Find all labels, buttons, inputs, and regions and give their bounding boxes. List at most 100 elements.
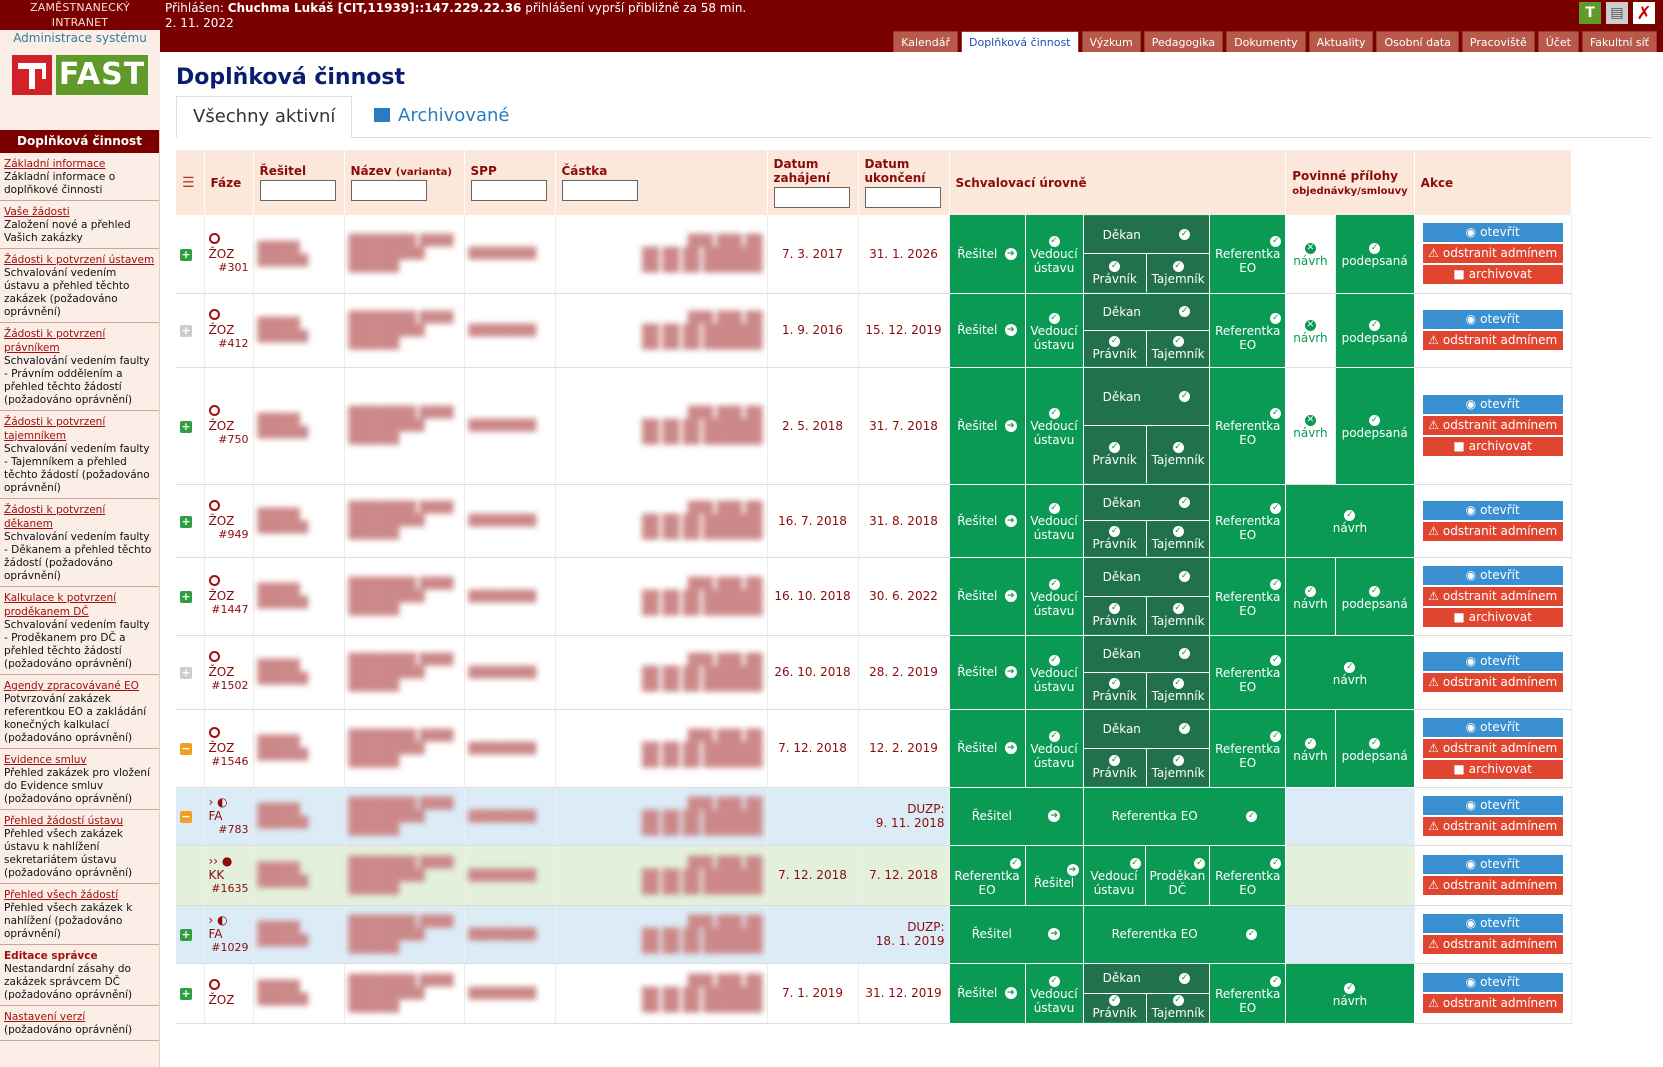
open-button[interactable]: ◉ otevřít [1422, 717, 1563, 737]
sidebar-item-title[interactable]: Nastavení verzí [4, 1010, 155, 1024]
expander-cell[interactable]: + [176, 905, 205, 964]
nav-tab-7[interactable]: Pracoviště [1461, 31, 1535, 52]
sidebar-item-9[interactable]: Přehled žádostí ústavu Přehled všech zaká… [0, 810, 159, 884]
sidebar-item-2[interactable]: Žádosti k potvrzení ústavem Schvalování v… [0, 249, 159, 323]
expander-cell[interactable]: + [176, 963, 205, 1024]
nav-tab-5[interactable]: Aktuality [1308, 31, 1374, 52]
expand-icon[interactable]: + [180, 591, 192, 603]
open-button[interactable]: ◉ otevřít [1422, 565, 1563, 585]
nav-tab-8[interactable]: Účet [1537, 31, 1579, 52]
open-button[interactable]: ◉ otevřít [1422, 796, 1563, 815]
filter-zahajeni-input[interactable] [773, 187, 850, 208]
sidebar-item-title[interactable]: Editace správce [4, 949, 155, 963]
archive-button[interactable]: ■ archivovat [1422, 759, 1563, 779]
nav-tab-9[interactable]: Fakultní síť [1581, 31, 1657, 52]
open-button[interactable]: ◉ otevřít [1422, 310, 1563, 329]
filter-castka-input[interactable] [561, 180, 638, 201]
archive-button[interactable]: ■ archivovat [1422, 265, 1563, 285]
blurred-name: █████ ██████ [257, 507, 309, 534]
admin-link[interactable]: Administrace systému [0, 30, 160, 47]
sidebar-item-title[interactable]: Přehled všech žádostí [4, 888, 155, 902]
sidebar-item-title[interactable]: Žádosti k potvrzení ústavem [4, 253, 155, 267]
filter-spp-input[interactable] [470, 180, 547, 201]
tab-archived[interactable]: Archivované [358, 96, 525, 138]
open-button[interactable]: ◉ otevřít [1422, 973, 1563, 992]
expander-cell[interactable]: + [176, 215, 205, 294]
remove-admin-button[interactable]: ⚠ odstranit admínem [1422, 817, 1563, 836]
open-button[interactable]: ◉ otevřít [1422, 652, 1563, 671]
fast-logo[interactable]: FAST [0, 47, 160, 130]
collapse-icon[interactable]: − [180, 743, 192, 755]
expand-icon[interactable]: + [180, 988, 192, 1000]
expander-cell[interactable]: + [176, 484, 205, 558]
remove-admin-button[interactable]: ⚠ odstranit admínem [1422, 994, 1563, 1013]
nav-tab-6[interactable]: Osobní data [1376, 31, 1459, 52]
archive-button[interactable]: ■ archivovat [1422, 607, 1563, 627]
label: Právník [1092, 765, 1137, 780]
sidebar-item-11[interactable]: Editace správce Nestandardní zásahy do za… [0, 945, 159, 1006]
sidebar-item-title[interactable]: Přehled žádostí ústavu [4, 814, 155, 828]
expand-icon[interactable]: + [180, 325, 192, 337]
filter-nazev-input[interactable] [350, 180, 427, 201]
sidebar-item-3[interactable]: Žádosti k potvrzení právníkem Schvalování… [0, 323, 159, 411]
expand-icon[interactable]: + [180, 515, 192, 528]
expand-icon[interactable]: + [180, 420, 192, 433]
open-button[interactable]: ◉ otevřít [1422, 223, 1563, 243]
nav-tab-4[interactable]: Dokumenty [1226, 31, 1306, 52]
nav-tab-2[interactable]: Výzkum [1081, 31, 1141, 52]
sidebar-item-0[interactable]: Základní informace Základní informace o d… [0, 153, 159, 201]
remove-admin-button[interactable]: ⚠ odstranit admínem [1422, 935, 1563, 954]
expander-cell[interactable]: − [176, 787, 205, 846]
blurred-spp: ████████ [468, 323, 537, 337]
sidebar-item-title[interactable]: Agendy zpracovávané EO [4, 679, 155, 693]
sidebar-item-title[interactable]: Základní informace [4, 157, 155, 171]
sidebar-item-4[interactable]: Žádosti k potvrzení tajemníkem Schvalován… [0, 411, 159, 499]
header-menu[interactable]: ☰ [176, 150, 205, 215]
expander-cell[interactable]: + [176, 635, 205, 710]
expander-cell[interactable]: + [176, 367, 205, 485]
remove-admin-button[interactable]: ⚠ odstranit admínem [1422, 521, 1563, 541]
print-icon[interactable]: ▤ [1606, 2, 1628, 24]
tfast-icon[interactable]: T [1579, 2, 1601, 24]
remove-admin-button[interactable]: ⚠ odstranit admínem [1422, 416, 1563, 435]
sidebar-item-10[interactable]: Přehled všech žádostí Přehled všech zakáz… [0, 884, 159, 945]
expander-cell[interactable]: + [176, 557, 205, 636]
open-button[interactable]: ◉ otevřít [1422, 855, 1563, 874]
remove-admin-button[interactable]: ⚠ odstranit admínem [1422, 876, 1563, 895]
remove-admin-button[interactable]: ⚠ odstranit admínem [1422, 244, 1563, 264]
sidebar-item-title[interactable]: Evidence smluv [4, 753, 155, 767]
sidebar-item-title[interactable]: Kalkulace k potvrzení proděkanem DČ [4, 591, 155, 619]
filter-ukonceni-input[interactable] [864, 187, 941, 208]
nav-tab-1[interactable]: Doplňková činnost [961, 31, 1079, 52]
open-button[interactable]: ◉ otevřít [1422, 914, 1563, 933]
remove-admin-button[interactable]: ⚠ odstranit admínem [1422, 586, 1563, 606]
open-button[interactable]: ◉ otevřít [1422, 395, 1563, 414]
nav-tab-0[interactable]: Kalendář [893, 31, 958, 52]
sidebar-item-5[interactable]: Žádosti k potvrzení děkanem Schvalování v… [0, 499, 159, 587]
collapse-icon[interactable]: − [180, 811, 192, 823]
remove-admin-button[interactable]: ⚠ odstranit admínem [1422, 673, 1563, 692]
sidebar-item-8[interactable]: Evidence smluv Přehled zakázek pro vložen… [0, 749, 159, 810]
tab-all-active[interactable]: Všechny aktivní [176, 96, 353, 138]
expand-icon[interactable]: + [180, 248, 192, 261]
remove-admin-button[interactable]: ⚠ odstranit admínem [1422, 738, 1563, 758]
nav-tab-3[interactable]: Pedagogika [1143, 31, 1224, 52]
sidebar-item-title[interactable]: Žádosti k potvrzení právníkem [4, 327, 155, 355]
expander-cell[interactable]: − [176, 709, 205, 788]
sidebar-item-title[interactable]: Vaše žádosti [4, 205, 155, 219]
expander-cell[interactable] [176, 845, 205, 906]
expander-cell[interactable]: + [176, 293, 205, 368]
sidebar-item-1[interactable]: Vaše žádosti Založení nové a přehled Vaši… [0, 201, 159, 249]
sidebar-item-title[interactable]: Žádosti k potvrzení děkanem [4, 503, 155, 531]
expand-icon[interactable]: + [180, 667, 192, 679]
expand-icon[interactable]: + [180, 929, 192, 941]
sidebar-item-12[interactable]: Nastavení verzí (požadováno oprávnění) [0, 1006, 159, 1041]
archive-button[interactable]: ■ archivovat [1422, 437, 1563, 456]
close-icon[interactable]: ✗ [1633, 2, 1655, 24]
sidebar-item-6[interactable]: Kalkulace k potvrzení proděkanem DČ Schva… [0, 587, 159, 675]
filter-resitel-input[interactable] [259, 180, 336, 201]
sidebar-item-title[interactable]: Žádosti k potvrzení tajemníkem [4, 415, 155, 443]
open-button[interactable]: ◉ otevřít [1422, 500, 1563, 520]
sidebar-item-7[interactable]: Agendy zpracovávané EO Potvrzování zakáze… [0, 675, 159, 749]
remove-admin-button[interactable]: ⚠ odstranit admínem [1422, 331, 1563, 350]
